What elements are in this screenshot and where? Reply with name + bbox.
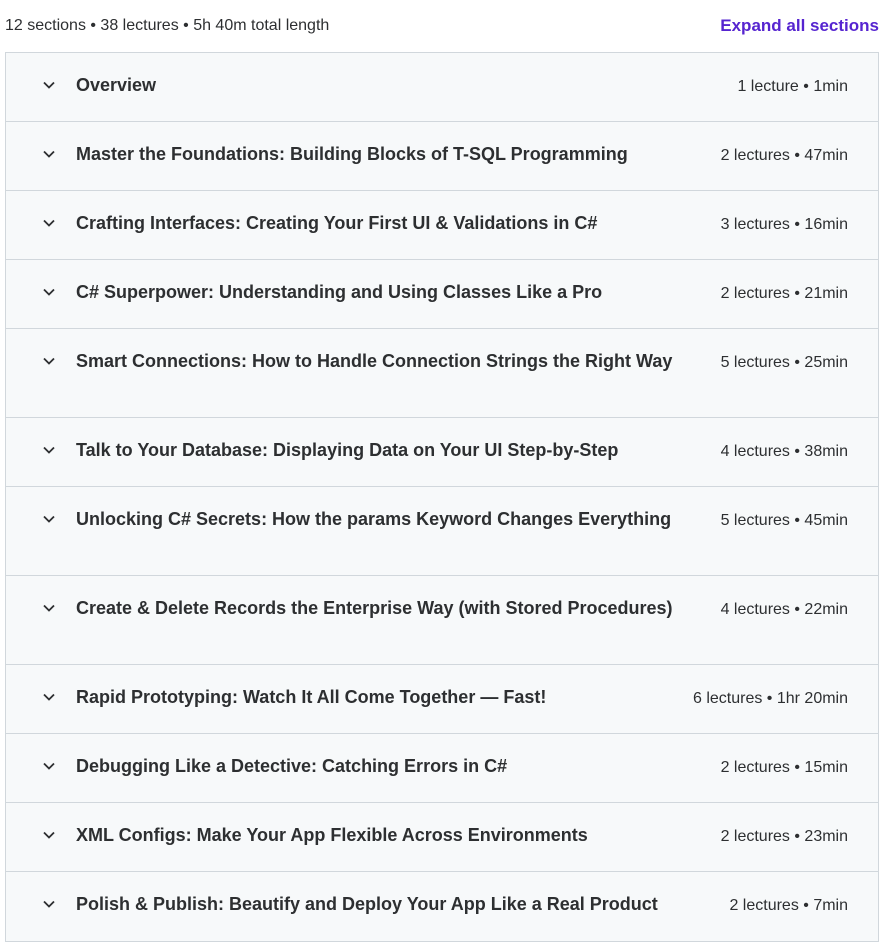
chevron-down-icon	[42, 354, 56, 368]
expand-all-sections-button[interactable]: Expand all sections	[720, 16, 879, 36]
section-crafting-interfaces[interactable]: Crafting Interfaces: Creating Your First…	[6, 191, 878, 260]
chevron-down-icon	[42, 285, 56, 299]
section-rapid-prototyping[interactable]: Rapid Prototyping: Watch It All Come Tog…	[6, 665, 878, 734]
section-title: Create & Delete Records the Enterprise W…	[76, 598, 673, 618]
section-overview[interactable]: Overview 1 lecture • 1min	[6, 53, 878, 122]
section-meta: 6 lectures • 1hr 20min	[692, 690, 848, 707]
chevron-down-icon	[42, 512, 56, 526]
section-title: Smart Connections: How to Handle Connect…	[76, 351, 673, 371]
section-csharp-classes[interactable]: C# Superpower: Understanding and Using C…	[6, 260, 878, 329]
section-title: XML Configs: Make Your App Flexible Acro…	[76, 825, 588, 845]
section-meta: 2 lectures • 21min	[720, 285, 848, 302]
chevron-down-icon	[42, 897, 56, 911]
section-meta: 4 lectures • 38min	[720, 443, 848, 460]
section-meta: 2 lectures • 7min	[729, 897, 848, 914]
section-title: C# Superpower: Understanding and Using C…	[76, 282, 603, 302]
section-meta: 3 lectures • 16min	[720, 216, 848, 233]
chevron-down-icon	[42, 147, 56, 161]
section-polish-publish[interactable]: Polish & Publish: Beautify and Deploy Yo…	[6, 872, 878, 941]
curriculum-header: 12 sections • 38 lectures • 5h 40m total…	[0, 0, 885, 52]
section-t-sql-foundations[interactable]: Master the Foundations: Building Blocks …	[6, 122, 878, 191]
chevron-down-icon	[42, 443, 56, 457]
section-title: Talk to Your Database: Displaying Data o…	[76, 440, 619, 460]
section-displaying-data[interactable]: Talk to Your Database: Displaying Data o…	[6, 418, 878, 487]
section-title: Polish & Publish: Beautify and Deploy Yo…	[76, 894, 658, 914]
section-debugging[interactable]: Debugging Like a Detective: Catching Err…	[6, 734, 878, 803]
section-meta: 1 lecture • 1min	[737, 78, 848, 95]
section-stored-procedures[interactable]: Create & Delete Records the Enterprise W…	[6, 576, 878, 665]
section-title: Rapid Prototyping: Watch It All Come Tog…	[76, 687, 547, 707]
section-title: Master the Foundations: Building Blocks …	[76, 144, 628, 164]
section-title: Debugging Like a Detective: Catching Err…	[76, 756, 508, 776]
chevron-down-icon	[42, 78, 56, 92]
chevron-down-icon	[42, 828, 56, 842]
section-meta: 5 lectures • 45min	[720, 512, 848, 529]
section-params-keyword[interactable]: Unlocking C# Secrets: How the params Key…	[6, 487, 878, 576]
sections-list: Overview 1 lecture • 1min Master the Fou…	[5, 52, 879, 942]
curriculum-summary: 12 sections • 38 lectures • 5h 40m total…	[5, 17, 330, 34]
section-meta: 4 lectures • 22min	[720, 601, 848, 618]
chevron-down-icon	[42, 216, 56, 230]
section-title: Crafting Interfaces: Creating Your First…	[76, 213, 598, 233]
section-meta: 2 lectures • 47min	[720, 147, 848, 164]
section-connection-strings[interactable]: Smart Connections: How to Handle Connect…	[6, 329, 878, 418]
section-meta: 5 lectures • 25min	[720, 354, 848, 371]
chevron-down-icon	[42, 690, 56, 704]
section-xml-configs[interactable]: XML Configs: Make Your App Flexible Acro…	[6, 803, 878, 872]
chevron-down-icon	[42, 601, 56, 615]
section-title: Unlocking C# Secrets: How the params Key…	[76, 509, 672, 529]
section-meta: 2 lectures • 15min	[720, 759, 848, 776]
section-meta: 2 lectures • 23min	[720, 828, 848, 845]
chevron-down-icon	[42, 759, 56, 773]
section-title: Overview	[76, 75, 157, 95]
